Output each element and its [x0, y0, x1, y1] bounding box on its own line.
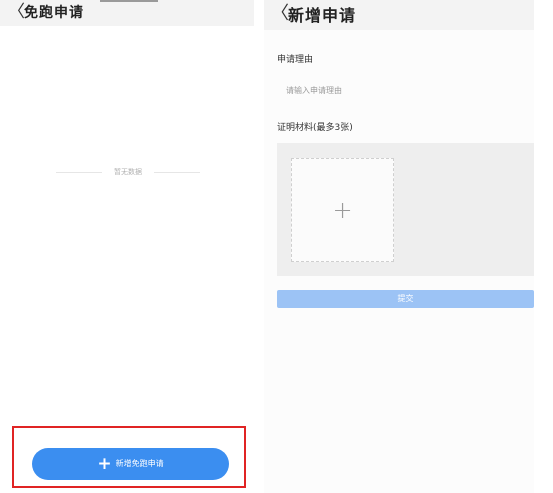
upload-image-button[interactable]: +	[291, 158, 394, 262]
divider	[56, 172, 102, 173]
empty-state: 暂无数据	[56, 165, 200, 179]
add-button-label: 新增免跑申请	[115, 459, 164, 468]
back-icon[interactable]: 〈	[8, 2, 25, 22]
page-title: 新增申请	[288, 6, 357, 25]
navigation-bar: 〈 新增申请	[264, 0, 534, 30]
status-bar-sliver	[100, 0, 158, 2]
reason-input[interactable]	[277, 82, 517, 98]
submit-button[interactable]: 提交	[277, 290, 534, 308]
free-run-list-screen: 〈 免跑申请 暂无数据 + 新增免跑申请	[0, 0, 254, 493]
plus-icon: +	[332, 196, 353, 224]
submit-button-label: 提交	[397, 294, 414, 303]
back-icon[interactable]: 〈	[271, 3, 289, 25]
add-free-run-application-button[interactable]: + 新增免跑申请	[32, 448, 229, 480]
divider	[154, 172, 200, 173]
materials-upload-area: +	[277, 143, 534, 276]
new-application-screen: 〈 新增申请 申请理由 证明材料(最多3张) + 提交	[264, 0, 534, 493]
page-title: 免跑申请	[24, 5, 84, 21]
reason-label: 申请理由	[277, 55, 314, 65]
materials-label: 证明材料(最多3张)	[277, 123, 353, 133]
empty-state-text: 暂无数据	[114, 168, 142, 176]
navigation-bar: 〈 免跑申请	[0, 0, 254, 26]
plus-icon: +	[97, 453, 112, 474]
